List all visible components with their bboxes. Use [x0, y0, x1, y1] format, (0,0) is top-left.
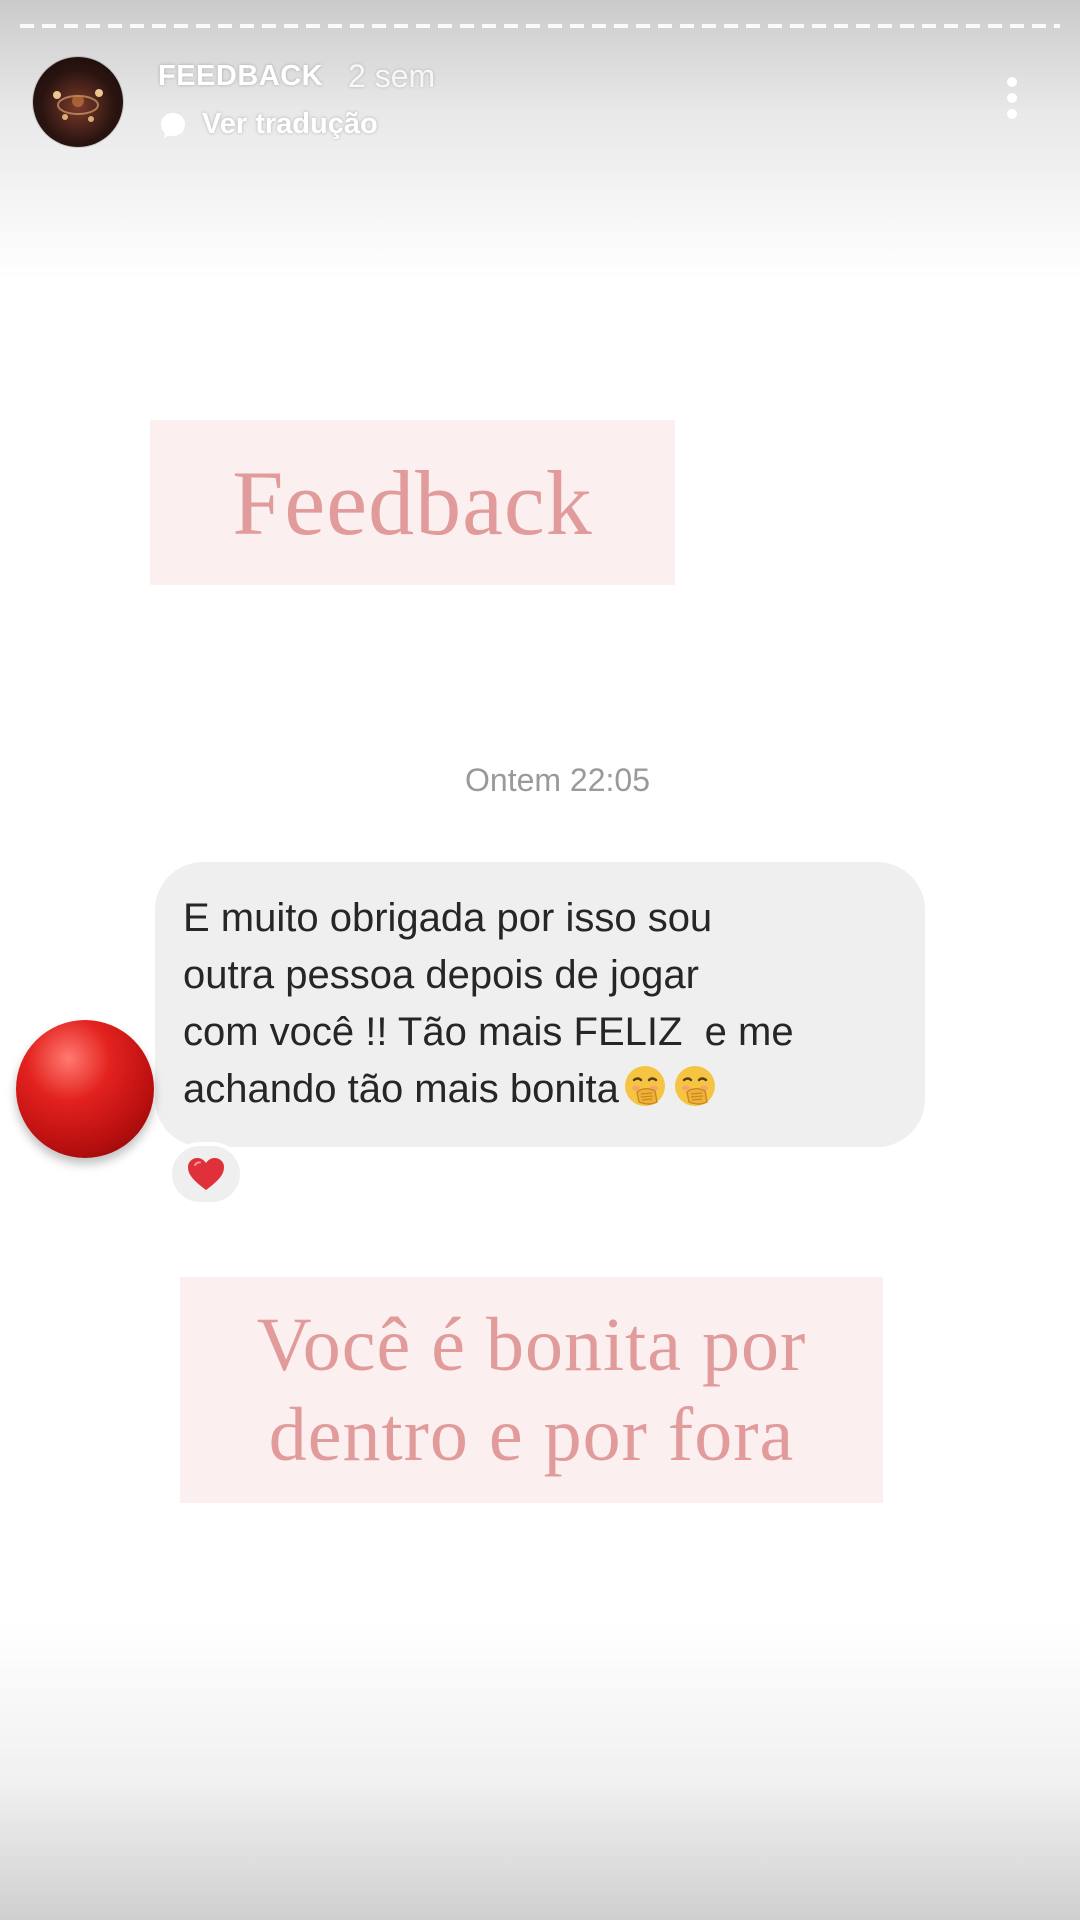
- username[interactable]: FEEDBACK: [158, 60, 323, 93]
- bottom-gradient-overlay: [0, 1620, 1080, 1920]
- heart-reaction[interactable]: [168, 1142, 244, 1206]
- sender-avatar: [16, 1020, 154, 1158]
- compliment-sticker: Você é bonita por dentro e por fora: [180, 1277, 883, 1503]
- compliment-text: Você é bonita por dentro e por fora: [257, 1300, 807, 1480]
- feedback-title-sticker: Feedback: [150, 420, 675, 585]
- face-with-hand-over-mouth-emoji: [624, 1066, 665, 1106]
- heart-icon: [188, 1158, 224, 1190]
- story-viewer[interactable]: FEEDBACK 2 sem Ver tradução Feedback Ont…: [0, 0, 1080, 1920]
- more-options-button[interactable]: [990, 72, 1034, 128]
- profile-avatar[interactable]: [33, 57, 123, 147]
- face-with-hand-over-mouth-emoji: [674, 1066, 715, 1106]
- message-timestamp: Ontem 22:05: [465, 762, 650, 798]
- translate-button[interactable]: Ver tradução: [158, 108, 378, 141]
- compliment-line-2: dentro e por fora: [268, 1393, 795, 1477]
- post-time-ago: 2 sem: [348, 58, 436, 94]
- compliment-line-1: Você é bonita por: [256, 1303, 807, 1387]
- feedback-title: Feedback: [232, 451, 593, 554]
- translate-bubble-icon: [161, 112, 185, 138]
- message-text: E muito obrigada por isso sou outra pess…: [183, 890, 889, 1118]
- story-header: FEEDBACK 2 sem Ver tradução: [0, 0, 1080, 160]
- message-bubble: E muito obrigada por isso sou outra pess…: [155, 862, 925, 1147]
- more-vertical-icon: [1007, 77, 1017, 119]
- translate-label: Ver tradução: [202, 108, 378, 140]
